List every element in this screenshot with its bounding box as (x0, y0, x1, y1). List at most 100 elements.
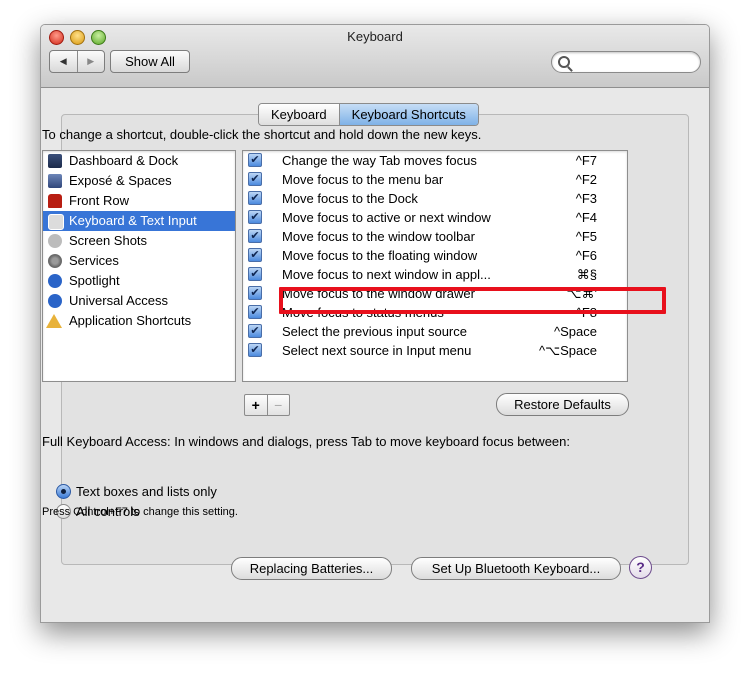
shortcut-label: Select the previous input source (282, 324, 467, 339)
sidebar-item-label: Keyboard & Text Input (69, 213, 197, 228)
back-button[interactable]: ◀ (50, 51, 78, 72)
search-icon (558, 56, 570, 68)
shortcut-label: Move focus to the floating window (282, 248, 478, 263)
sidebar-item-label: Exposé & Spaces (69, 173, 172, 188)
tab-keyboard[interactable]: Keyboard (259, 104, 340, 125)
add-remove-control: + − (244, 394, 290, 416)
shortcut-checkbox[interactable]: ✔ (248, 191, 262, 205)
checkmark-icon: ✔ (250, 192, 260, 204)
sidebar-item-dashboard-dock[interactable]: Dashboard & Dock (43, 151, 235, 171)
tab-keyboard-shortcuts[interactable]: Keyboard Shortcuts (339, 104, 478, 125)
services-icon (48, 254, 62, 268)
checkmark-icon: ✔ (250, 211, 260, 223)
checkmark-icon: ✔ (250, 287, 260, 299)
sidebar-item-expose-spaces[interactable]: Exposé & Spaces (43, 171, 235, 191)
tab-bar: Keyboard Keyboard Shortcuts (258, 103, 479, 126)
sidebar-item-front-row[interactable]: Front Row (43, 191, 235, 211)
shortcut-key[interactable]: ^F5 (576, 227, 597, 246)
table-row[interactable]: ✔ Select next source in Input menu ^⌥Spa… (243, 341, 627, 360)
shortcut-checkbox[interactable]: ✔ (248, 229, 262, 243)
shortcut-key[interactable]: ^Space (554, 322, 597, 341)
table-row[interactable]: ✔ Move focus to the floating window ^F6 (243, 246, 627, 265)
shortcut-label: Move focus to the window toolbar (282, 229, 475, 244)
checkmark-icon: ✔ (250, 306, 260, 318)
table-row[interactable]: ✔ Move focus to the menu bar ^F2 (243, 170, 627, 189)
shortcut-checkbox[interactable]: ✔ (248, 305, 262, 319)
shortcut-key[interactable]: ^F2 (576, 170, 597, 189)
radio-text-boxes-lists[interactable]: Text boxes and lists only (56, 482, 217, 502)
setup-bluetooth-keyboard-button[interactable]: Set Up Bluetooth Keyboard... (411, 557, 621, 580)
table-row[interactable]: ✔ Move focus to next window in appl... ⌘… (243, 265, 627, 284)
universal-access-icon (48, 294, 62, 308)
radio-label: Text boxes and lists only (76, 484, 217, 499)
shortcuts-table[interactable]: ✔ Change the way Tab moves focus ^F7 ✔ M… (242, 150, 628, 382)
full-keyboard-access-label: Full Keyboard Access: In windows and dia… (42, 434, 570, 449)
screenshot-icon (48, 234, 62, 248)
shortcut-label: Select next source in Input menu (282, 343, 472, 358)
sidebar-item-label: Services (69, 253, 119, 268)
replacing-batteries-button[interactable]: Replacing Batteries... (231, 557, 392, 580)
shortcut-key[interactable]: ⌘§ (577, 265, 597, 284)
shortcut-checkbox[interactable]: ✔ (248, 286, 262, 300)
add-shortcut-button[interactable]: + (245, 395, 268, 415)
restore-defaults-button[interactable]: Restore Defaults (496, 393, 629, 416)
sidebar-item-label: Universal Access (69, 293, 168, 308)
shortcut-checkbox[interactable]: ✔ (248, 324, 262, 338)
dashboard-icon (48, 154, 62, 168)
shortcut-key[interactable]: ^F3 (576, 189, 597, 208)
shortcut-checkbox[interactable]: ✔ (248, 153, 262, 167)
checkmark-icon: ✔ (250, 268, 260, 280)
spotlight-icon (48, 274, 62, 288)
show-all-button[interactable]: Show All (110, 50, 190, 73)
shortcut-key[interactable]: ^F7 (576, 151, 597, 170)
table-row[interactable]: ✔ Select the previous input source ^Spac… (243, 322, 627, 341)
back-forward-control: ◀ ▶ (49, 50, 105, 73)
checkmark-icon: ✔ (250, 173, 260, 185)
shortcut-checkbox[interactable]: ✔ (248, 343, 262, 357)
shortcut-key[interactable]: ^F6 (576, 246, 597, 265)
window-title: Keyboard (347, 29, 403, 44)
highlight-annotation-box (279, 287, 666, 314)
shortcut-checkbox[interactable]: ✔ (248, 267, 262, 281)
table-row[interactable]: ✔ Move focus to active or next window ^F… (243, 208, 627, 227)
keyboard-icon (48, 214, 64, 230)
sidebar-item-screen-shots[interactable]: Screen Shots (43, 231, 235, 251)
table-row[interactable]: ✔ Move focus to the window toolbar ^F5 (243, 227, 627, 246)
forward-button[interactable]: ▶ (78, 51, 105, 72)
shortcut-label: Change the way Tab moves focus (282, 153, 477, 168)
checkmark-icon: ✔ (250, 344, 260, 356)
shortcut-key[interactable]: ^⌥Space (539, 341, 597, 360)
sidebar-item-label: Spotlight (69, 273, 120, 288)
sidebar-item-services[interactable]: Services (43, 251, 235, 271)
table-row[interactable]: ✔ Change the way Tab moves focus ^F7 (243, 151, 627, 170)
shortcut-checkbox[interactable]: ✔ (248, 210, 262, 224)
help-button[interactable]: ? (629, 556, 652, 579)
shortcut-key[interactable]: ^F4 (576, 208, 597, 227)
sidebar-item-spotlight[interactable]: Spotlight (43, 271, 235, 291)
table-row[interactable]: ✔ Move focus to the Dock ^F3 (243, 189, 627, 208)
shortcut-label: Move focus to next window in appl... (282, 267, 491, 282)
search-field[interactable] (551, 51, 701, 73)
sidebar-item-keyboard-text-input[interactable]: Keyboard & Text Input (43, 211, 235, 231)
sidebar-item-label: Front Row (69, 193, 129, 208)
shortcut-category-list[interactable]: Dashboard & Dock Exposé & Spaces Front R… (42, 150, 236, 382)
shortcut-checkbox[interactable]: ✔ (248, 172, 262, 186)
shortcut-label: Move focus to the menu bar (282, 172, 444, 187)
sidebar-item-label: Application Shortcuts (69, 313, 192, 328)
remove-shortcut-button[interactable]: − (268, 395, 290, 415)
title-bar: Keyboard ◀ ▶ Show All (41, 25, 709, 88)
sidebar-item-label: Screen Shots (69, 233, 148, 248)
sidebar-item-label: Dashboard & Dock (69, 153, 179, 168)
checkmark-icon: ✔ (250, 230, 260, 242)
radio-selected-icon[interactable] (56, 484, 71, 500)
sidebar-item-universal-access[interactable]: Universal Access (43, 291, 235, 311)
shortcut-checkbox[interactable]: ✔ (248, 248, 262, 262)
control-f7-note: Press Control+F7 to change this setting. (42, 506, 238, 518)
checkmark-icon: ✔ (250, 154, 260, 166)
shortcut-label: Move focus to active or next window (282, 210, 491, 225)
checkmark-icon: ✔ (250, 325, 260, 337)
shortcut-label: Move focus to the Dock (282, 191, 418, 206)
sidebar-item-application-shortcuts[interactable]: Application Shortcuts (43, 311, 235, 331)
app-shortcuts-icon (46, 314, 62, 328)
chevron-left-icon: ◀ (59, 56, 67, 66)
